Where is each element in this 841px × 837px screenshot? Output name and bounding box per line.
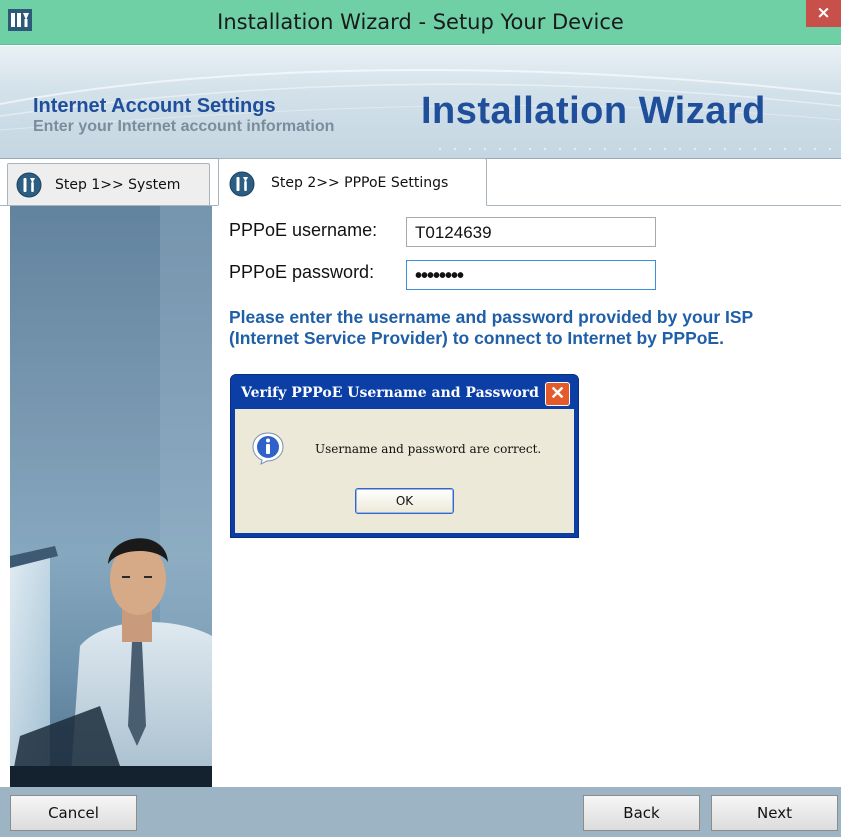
tab-step-2-pppoe-settings[interactable]: Step 2>> PPPoE Settings (218, 158, 487, 206)
dialog-body: Username and password are correct. OK (235, 409, 574, 533)
dialog-message: Username and password are correct. (315, 442, 542, 456)
window-close-button[interactable]: × (806, 0, 841, 27)
pppoe-password-input[interactable]: •••••••• (406, 260, 656, 290)
dialog-close-button[interactable]: ✕ (545, 382, 570, 406)
pppoe-username-label: PPPoE username: (229, 220, 378, 240)
tab-label: Step 2>> PPPoE Settings (271, 175, 449, 191)
header-banner: Internet Account Settings Enter your Int… (0, 46, 841, 158)
pppoe-password-value: •••••••• (415, 265, 464, 287)
banner-logo-text: Installation Wizard (421, 90, 766, 132)
window-title: Installation Wizard - Setup Your Device (217, 10, 624, 34)
side-illustration (10, 206, 212, 788)
dialog-title: Verify PPPoE Username and Password (241, 385, 539, 401)
isp-instructions: Please enter the username and password p… (229, 307, 841, 349)
banner-subheading: Enter your Internet account information (33, 118, 335, 135)
cancel-button[interactable]: Cancel (10, 795, 137, 831)
wrench-icon (16, 172, 42, 198)
pppoe-username-input[interactable]: T0124639 (406, 217, 656, 247)
info-icon (252, 432, 284, 465)
verify-pppoe-dialog: Verify PPPoE Username and Password ✕ Use… (230, 374, 579, 538)
back-button[interactable]: Back (583, 795, 700, 831)
next-button[interactable]: Next (711, 795, 838, 831)
isp-instructions-line-1: Please enter the username and password p… (229, 307, 754, 327)
pppoe-password-label: PPPoE password: (229, 262, 375, 282)
dialog-ok-button[interactable]: OK (355, 488, 454, 514)
businessman-illustration (10, 206, 212, 788)
banner-heading: Internet Account Settings (33, 95, 276, 117)
pppoe-username-value: T0124639 (415, 223, 492, 242)
wrench-icon (229, 171, 255, 197)
tab-label: Step 1>> System (55, 177, 181, 193)
isp-instructions-line-2: (Internet Service Provider) to connect t… (229, 328, 724, 348)
title-bar: Installation Wizard - Setup Your Device … (0, 0, 841, 45)
tab-step-1-system[interactable]: Step 1>> System (7, 163, 210, 205)
